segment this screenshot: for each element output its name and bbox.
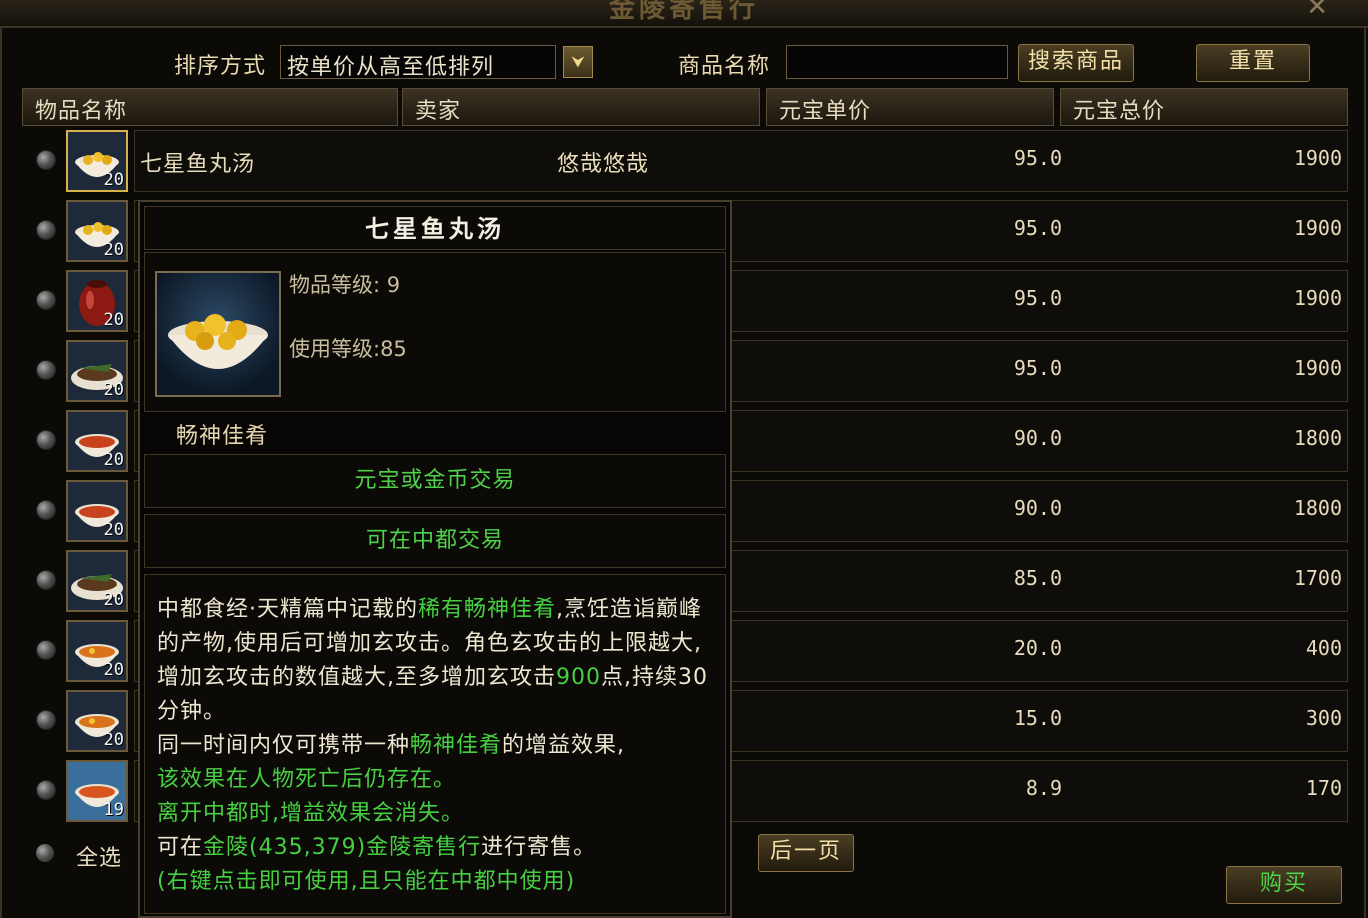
- sort-select[interactable]: 按单价从高至低排列: [280, 45, 556, 80]
- stack-count: 20: [103, 450, 124, 470]
- unit-price: 90.0: [1013, 496, 1062, 520]
- unit-price: 95.0: [1013, 356, 1062, 380]
- desc-location: 金陵(435,379)金陵寄售行: [203, 835, 482, 860]
- tooltip-item-level: 物品等级: 9: [289, 273, 401, 297]
- stack-count: 20: [103, 730, 124, 750]
- table-row[interactable]: 20 七星鱼丸汤 悠哉悠哉 95.0 1900: [22, 128, 1348, 196]
- fish-dish-icon[interactable]: 20: [66, 340, 128, 402]
- buy-button[interactable]: 购买: [1226, 866, 1342, 904]
- header-total-price[interactable]: 元宝总价: [1060, 88, 1348, 126]
- desc-text: 的增益效果,: [502, 733, 626, 758]
- desc-usage-note: (右键点击即可使用,且只能在中都中使用): [157, 869, 576, 894]
- desc-number: 900: [556, 665, 601, 690]
- row-select-radio[interactable]: [36, 780, 56, 800]
- desc-text: 进行寄售。: [481, 835, 597, 860]
- total-price: 400: [1305, 636, 1342, 660]
- desc-text: 可在: [157, 835, 204, 860]
- row-select-radio[interactable]: [36, 430, 56, 450]
- item-tooltip: 七星鱼丸汤 物品等级: 9 使用等级:85 畅神佳肴 元宝或金币交易 可在中都交…: [138, 200, 732, 918]
- total-price: 170: [1305, 776, 1342, 800]
- red-soup-icon[interactable]: 20: [66, 410, 128, 472]
- stack-count: 20: [103, 240, 124, 260]
- blue-bowl-icon[interactable]: 19: [66, 760, 128, 822]
- header-seller[interactable]: 卖家: [402, 88, 760, 126]
- stack-count: 20: [103, 380, 124, 400]
- window-title: 金陵寄售行: [608, 0, 759, 24]
- select-all-radio[interactable]: [36, 844, 54, 862]
- yellow-soup-icon[interactable]: 20: [66, 690, 128, 752]
- item-name: 七星鱼丸汤: [140, 152, 256, 177]
- unit-price: 8.9: [1025, 776, 1062, 800]
- yellow-soup-icon[interactable]: 20: [66, 620, 128, 682]
- unit-price: 95.0: [1013, 286, 1062, 310]
- tooltip-use-level: 使用等级:85: [289, 337, 407, 361]
- name-label: 商品名称: [678, 54, 771, 79]
- fishball-soup-icon: [155, 271, 281, 397]
- close-icon[interactable]: ✕: [1306, 0, 1328, 22]
- tooltip-info: 物品等级: 9 使用等级:85: [144, 252, 726, 412]
- unit-price: 95.0: [1013, 216, 1062, 240]
- total-price: 1900: [1293, 146, 1342, 170]
- next-page-button[interactable]: 后一页: [758, 834, 854, 872]
- sort-label: 排序方式: [174, 54, 267, 79]
- unit-price: 15.0: [1013, 706, 1062, 730]
- unit-price: 85.0: [1013, 566, 1062, 590]
- total-price: 1900: [1293, 356, 1342, 380]
- desc-text: 中都食经·天精篇中记载的: [157, 597, 418, 622]
- search-button[interactable]: 搜索商品: [1018, 44, 1134, 82]
- tooltip-trade-location: 可在中都交易: [144, 514, 726, 568]
- desc-highlight: 稀有畅神佳肴: [418, 597, 557, 622]
- row-select-radio[interactable]: [36, 220, 56, 240]
- total-price: 1900: [1293, 286, 1342, 310]
- reset-button[interactable]: 重置: [1196, 44, 1310, 82]
- total-price: 1700: [1293, 566, 1342, 590]
- total-price: 1800: [1293, 496, 1342, 520]
- tooltip-subtitle: 畅神佳肴: [176, 424, 269, 449]
- red-jar-icon[interactable]: 20: [66, 270, 128, 332]
- red-soup-icon[interactable]: 20: [66, 480, 128, 542]
- stack-count: 20: [103, 660, 124, 680]
- tooltip-trade-type: 元宝或金币交易: [144, 454, 726, 508]
- stack-count: 20: [103, 520, 124, 540]
- seller-name: 悠哉悠哉: [557, 152, 650, 177]
- row-select-radio[interactable]: [36, 360, 56, 380]
- fish-dish-icon[interactable]: 20: [66, 550, 128, 612]
- header-item-name[interactable]: 物品名称: [22, 88, 398, 126]
- tooltip-description: 中都食经·天精篇中记载的稀有畅神佳肴,烹饪造诣巅峰的产物,使用后可增加玄攻击。角…: [144, 574, 726, 914]
- stack-count: 19: [103, 800, 124, 820]
- desc-leave-note: 离开中都时,增益效果会消失。: [157, 801, 464, 826]
- desc-text: 同一时间内仅可携带一种: [157, 733, 411, 758]
- stack-count: 20: [103, 590, 124, 610]
- item-name-input[interactable]: [786, 45, 1008, 79]
- toolbar: 排序方式 按单价从高至低排列 ⮟ 商品名称 搜索商品 重置: [0, 44, 1368, 84]
- desc-highlight: 畅神佳肴: [410, 733, 503, 758]
- desc-death-note: 该效果在人物死亡后仍存在。: [157, 767, 457, 792]
- row-select-radio[interactable]: [36, 710, 56, 730]
- fishball-soup-icon[interactable]: 20: [66, 130, 128, 192]
- row-select-radio[interactable]: [36, 500, 56, 520]
- fishball-soup-icon[interactable]: 20: [66, 200, 128, 262]
- total-price: 1900: [1293, 216, 1342, 240]
- chevron-down-icon[interactable]: ⮟: [563, 46, 593, 78]
- tooltip-title: 七星鱼丸汤: [144, 206, 726, 250]
- stack-count: 20: [103, 170, 124, 190]
- total-price: 300: [1305, 706, 1342, 730]
- window-titlebar: 金陵寄售行 ✕: [0, 0, 1368, 28]
- total-price: 1800: [1293, 426, 1342, 450]
- row-background: [134, 130, 1348, 192]
- row-select-radio[interactable]: [36, 570, 56, 590]
- stack-count: 20: [103, 310, 124, 330]
- row-select-radio[interactable]: [36, 150, 56, 170]
- unit-price: 90.0: [1013, 426, 1062, 450]
- row-select-radio[interactable]: [36, 290, 56, 310]
- unit-price: 95.0: [1013, 146, 1062, 170]
- unit-price: 20.0: [1013, 636, 1062, 660]
- select-all-label[interactable]: 全选: [76, 840, 122, 872]
- row-select-radio[interactable]: [36, 640, 56, 660]
- header-unit-price[interactable]: 元宝单价: [766, 88, 1054, 126]
